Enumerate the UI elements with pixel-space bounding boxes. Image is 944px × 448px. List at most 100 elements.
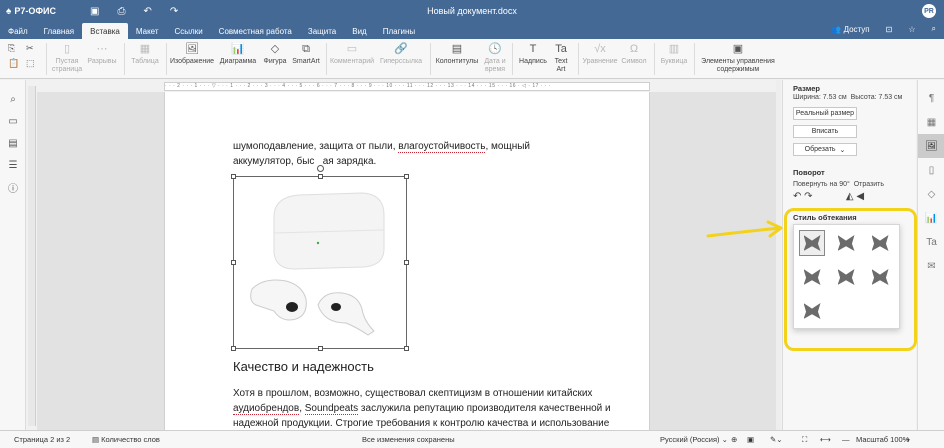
rotate-right-icon[interactable]: ↷: [804, 191, 812, 202]
symbol-button[interactable]: Ω Символ: [620, 41, 648, 66]
image-settings-icon[interactable]: 🖼: [918, 134, 944, 158]
selected-image[interactable]: [231, 165, 409, 351]
tab-insert[interactable]: Вставка: [82, 23, 128, 39]
spellcheck-icon[interactable]: ⊕: [731, 435, 737, 444]
fit-page-icon[interactable]: ⛶: [802, 435, 807, 445]
chat-icon[interactable]: ▤: [0, 132, 26, 154]
document-canvas[interactable]: шумоподавление, защита от пыли, влагоуст…: [37, 92, 777, 430]
rotate-handle[interactable]: [317, 165, 324, 172]
chart-button[interactable]: 📊 Диаграмма: [218, 41, 258, 66]
save-status: Все изменения сохранены: [362, 435, 455, 444]
content-controls-icon: ▣: [732, 42, 744, 55]
shape-button[interactable]: ◇ Фигура: [262, 41, 288, 66]
tab-plugins[interactable]: Плагины: [375, 23, 423, 39]
share-button[interactable]: 👥 Доступ: [831, 25, 869, 34]
paragraph-icon[interactable]: ¶: [918, 86, 944, 110]
tab-references[interactable]: Ссылки: [167, 23, 211, 39]
menu-bar: Файл Главная Вставка Макет Ссылки Совмес…: [0, 22, 944, 39]
chart-icon: 📊: [231, 42, 245, 55]
blank-page-icon: ▯: [63, 42, 71, 55]
print-icon[interactable]: ⎙: [117, 6, 125, 17]
tab-layout[interactable]: Макет: [128, 23, 167, 39]
earbuds-image: [234, 177, 406, 348]
flip-vertical-icon[interactable]: ◀: [856, 191, 864, 202]
zoom-in-button[interactable]: +: [906, 435, 910, 444]
search-icon[interactable]: ⌕: [932, 24, 936, 34]
text-art-button[interactable]: Ta Text Art: [550, 41, 572, 74]
title-bar: ♠ Р7-ОФИС ▣ ⎙ ↶ ↷ Новый документ.docx PR: [0, 0, 944, 22]
text-box-button[interactable]: T Надпись: [516, 41, 550, 66]
word-count-button[interactable]: ▤ Количество слов: [92, 435, 160, 444]
tab-protection[interactable]: Защита: [300, 23, 344, 39]
flip-horizontal-icon[interactable]: ◭: [846, 191, 854, 202]
review-icon[interactable]: ✎⌄: [770, 435, 783, 444]
copy-icon[interactable]: ⎘: [8, 43, 22, 54]
resize-handle-nw[interactable]: [231, 174, 236, 179]
language-select[interactable]: Русский (Россия) ⌄: [660, 435, 728, 444]
smartart-button[interactable]: ⧉ SmartArt: [290, 41, 322, 66]
image-button[interactable]: 🖼 Изображение: [170, 41, 214, 66]
header-footer-button[interactable]: ▤ Колонтитулы: [434, 41, 480, 66]
text-art-settings-icon[interactable]: Ta: [918, 230, 944, 254]
shape-settings-icon[interactable]: ◇: [918, 182, 944, 206]
resize-handle-ne[interactable]: [404, 174, 409, 179]
resize-handle-n[interactable]: [318, 174, 323, 179]
comment-icon: ▭: [346, 42, 358, 55]
cut-icon[interactable]: ✂: [26, 43, 40, 54]
share-label: Доступ: [843, 24, 870, 34]
size-title: Размер: [793, 84, 821, 93]
resize-handle-s[interactable]: [318, 346, 323, 351]
track-changes-icon[interactable]: ▣: [747, 435, 754, 444]
breaks-icon: ⋯: [96, 42, 108, 55]
hyperlink-button[interactable]: 🔗 Гиперссылка: [378, 41, 424, 66]
tab-view[interactable]: Вид: [344, 23, 374, 39]
mail-merge-icon[interactable]: ✉: [918, 254, 944, 278]
vertical-ruler: [28, 86, 36, 426]
crop-button[interactable]: Обрезать ⌄: [793, 143, 857, 156]
shape-icon: ◇: [270, 42, 280, 55]
comment-button[interactable]: ▭ Комментарий: [330, 41, 374, 66]
table-settings-icon[interactable]: ▦: [918, 110, 944, 134]
table-button[interactable]: ▦ Таблица: [130, 41, 160, 66]
tab-home[interactable]: Главная: [36, 23, 82, 39]
zoom-level: Масштаб 100%: [856, 435, 910, 444]
zoom-out-button[interactable]: —: [842, 435, 850, 444]
vertical-scrollbar[interactable]: [776, 80, 781, 430]
tab-collaboration[interactable]: Совместная работа: [211, 23, 300, 39]
rotate-left-icon[interactable]: ↶: [793, 191, 801, 202]
paste-icon[interactable]: 📋: [8, 58, 22, 69]
search-icon[interactable]: ⌕: [0, 88, 26, 110]
undo-icon[interactable]: ↶: [143, 6, 151, 17]
save-icon[interactable]: ▣: [90, 6, 99, 17]
resize-handle-w[interactable]: [231, 260, 236, 265]
equation-button[interactable]: √x Уравнение: [582, 41, 618, 66]
open-location-icon[interactable]: ⊡: [886, 25, 893, 34]
avatar[interactable]: PR: [922, 4, 936, 18]
chart-settings-icon[interactable]: 📊: [918, 206, 944, 230]
blank-page-button[interactable]: ▯ Пустая страница: [52, 41, 82, 74]
header-footer-settings-icon[interactable]: ▯: [918, 158, 944, 182]
rotation-title: Поворот: [793, 168, 825, 177]
breaks-button[interactable]: ⋯ Разрывы: [86, 41, 118, 66]
fit-width-icon[interactable]: ⟷: [820, 435, 831, 444]
info-icon[interactable]: ⓘ: [0, 176, 26, 198]
resize-handle-se[interactable]: [404, 346, 409, 351]
document-page[interactable]: шумоподавление, защита от пыли, влагоуст…: [164, 92, 650, 430]
actual-size-button[interactable]: Реальный размер: [793, 107, 857, 120]
header-footer-icon: ▤: [451, 42, 463, 55]
fit-button[interactable]: Вписать: [793, 125, 857, 138]
tab-file[interactable]: Файл: [0, 23, 36, 39]
select-all-icon[interactable]: ⬚: [26, 58, 40, 69]
drop-cap-button[interactable]: ▥ Буквица: [658, 41, 690, 66]
resize-handle-e[interactable]: [404, 260, 409, 265]
resize-handle-sw[interactable]: [231, 346, 236, 351]
left-sidebar: ⌕ ▭ ▤ ☰ ⓘ: [0, 80, 26, 430]
favorite-star-icon[interactable]: ☆: [908, 25, 915, 34]
content-controls-button[interactable]: ▣ Элементы управления содержимым: [698, 41, 778, 74]
page-indicator[interactable]: Страница 2 из 2: [14, 435, 70, 444]
redo-icon[interactable]: ↷: [170, 6, 178, 17]
date-time-button[interactable]: 🕓 Дата и время: [482, 41, 508, 74]
navigation-icon[interactable]: ☰: [0, 154, 26, 176]
comments-icon[interactable]: ▭: [0, 110, 26, 132]
date-time-icon: 🕓: [488, 42, 502, 55]
